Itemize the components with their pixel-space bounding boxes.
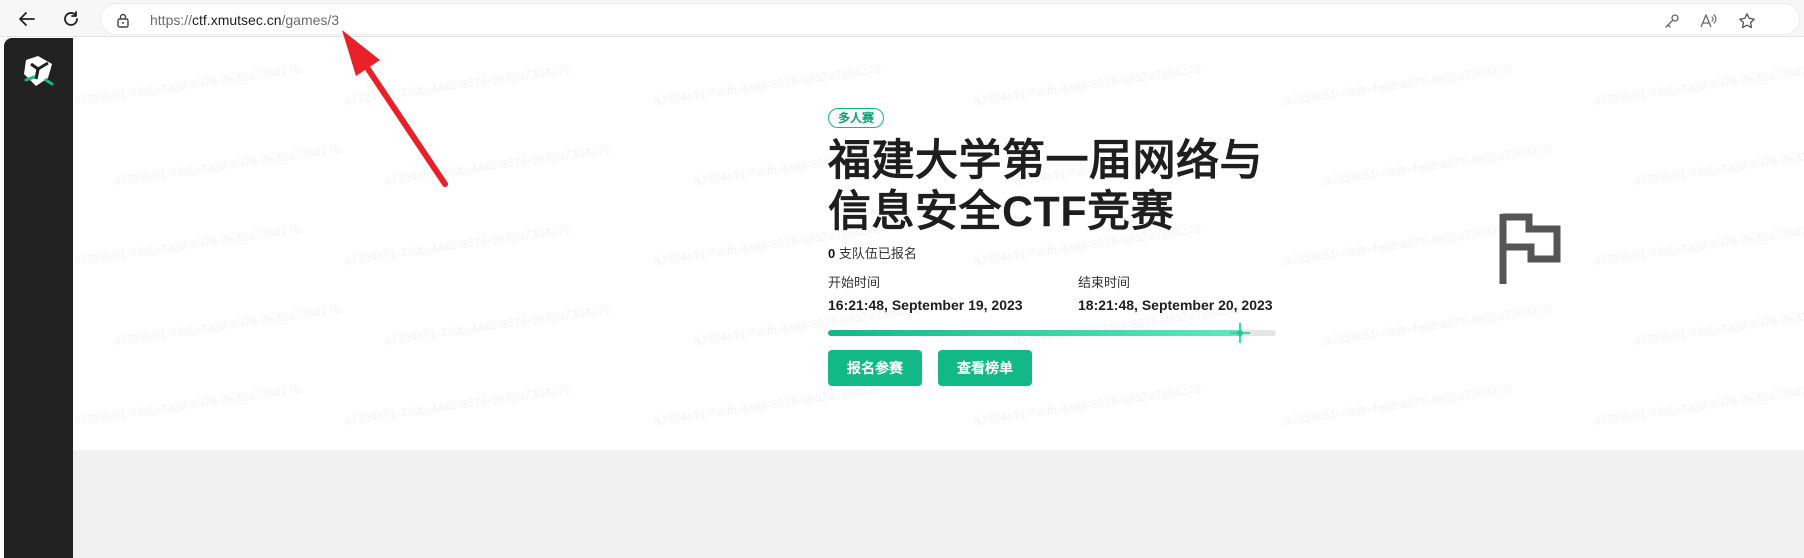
game-progress-bar [828,323,1276,343]
watermark-text: a7324c51-7ddb-4aa8-8576-0e32a7304276 [113,142,342,188]
lower-section [73,450,1804,558]
start-time-block: 开始时间 16:21:48, September 19, 2023 [828,272,1023,313]
url-text[interactable]: https://ctf.xmutsec.cn/games/3 [150,12,339,28]
key-icon[interactable] [1661,10,1683,32]
watermark-text: a7324c51-7ddb-4aa8-8576-0e32a7304276 [1323,142,1552,188]
app-window: a7324c51-7ddb-4aa8-8576-0e32a7304276 a732… [4,38,1804,558]
url-scheme: https:// [150,12,193,28]
read-aloud-icon[interactable] [1697,10,1719,32]
browser-toolbar: https://ctf.xmutsec.cn/games/3 [0,0,1804,37]
game-times: 开始时间 16:21:48, September 19, 2023 结束时间 1… [828,272,1288,316]
watermark-text: a7324c51-7ddb-4aa8-8576-0e32a7304276 [383,142,612,188]
game-type-badge: 多人赛 [828,108,885,128]
watermark-text: a7324c51-7ddb-4aa8-8576-0e32a7304276 [383,302,612,348]
address-bar[interactable]: https://ctf.xmutsec.cn/games/3 [100,3,1800,35]
teams-registered: 0 支队伍已报名 [828,243,1288,262]
favorite-star-icon[interactable] [1736,10,1758,32]
end-time-label: 结束时间 [1078,275,1131,290]
scoreboard-button[interactable]: 查看榜单 [938,350,1032,386]
progress-fill [828,330,1241,336]
back-button[interactable] [12,4,42,34]
url-path: /games/3 [281,12,340,28]
arrow-left-icon [19,12,35,26]
game-title: 福建大学第一届网络与信息安全CTF竞赛 [828,137,1263,236]
join-game-button[interactable]: 报名参赛 [828,350,922,386]
watermark-text: a7324c51-7ddb-4aa8-8576-0e32a7304276 [73,222,302,268]
watermark-text: a7324c51-7ddb-4aa8-8576-0e32a7304276 [343,222,572,268]
sidebar [4,38,73,558]
start-time-label: 开始时间 [828,275,881,290]
start-time-value: 16:21:48, September 19, 2023 [828,297,1023,313]
progress-indicator [1230,323,1251,343]
app-logo-icon[interactable] [22,54,56,88]
watermark-text: a7324c51-7ddb-4aa8-8576-0e32a7304276 [653,62,882,108]
watermark-text: a7324c51-7ddb-4aa8-8576-0e32a7304276 [1323,302,1552,348]
end-time-value: 18:21:48, September 20, 2023 [1078,297,1273,313]
flag-icon [1498,210,1566,284]
watermark-text: a7324c51-7ddb-4aa8-8576-0e32a7304276 [1283,222,1512,268]
watermark-text: a7324c51-7ddb-4aa8-8576-0e32a7304276 [73,62,302,108]
end-time-block: 结束时间 18:21:48, September 20, 2023 [1078,272,1273,313]
main-content: a7324c51-7ddb-4aa8-8576-0e32a7304276 a732… [73,38,1804,558]
watermark-text: a7324c51-7ddb-4aa8-8576-0e32a7304276 [1593,62,1804,108]
watermark-text: a7324c51-7ddb-4aa8-8576-0e32a7304276 [343,62,572,108]
watermark-text: a7324c51-7ddb-4aa8-8576-0e32a7304276 [973,62,1202,108]
watermark-text: a7324c51-7ddb-4aa8-8576-0e32a7304276 [1633,142,1804,188]
watermark-text: a7324c51-7ddb-4aa8-8576-0e32a7304276 [1593,382,1804,428]
watermark-text: a7324c51-7ddb-4aa8-8576-0e32a7304276 [113,302,342,348]
watermark-text: a7324c51-7ddb-4aa8-8576-0e32a7304276 [1593,222,1804,268]
watermark-text: a7324c51-7ddb-4aa8-8576-0e32a7304276 [973,382,1202,428]
watermark-text: a7324c51-7ddb-4aa8-8576-0e32a7304276 [653,382,882,428]
watermark-text: a7324c51-7ddb-4aa8-8576-0e32a7304276 [1283,62,1512,108]
watermark-text: a7324c51-7ddb-4aa8-8576-0e32a7304276 [1283,382,1512,428]
reload-button[interactable] [56,4,86,34]
url-host: ctf.xmutsec.cn [192,12,282,28]
reload-icon [64,11,78,26]
watermark-text: a7324c51-7ddb-4aa8-8576-0e32a7304276 [73,382,302,428]
watermark-text: a7324c51-7ddb-4aa8-8576-0e32a7304276 [343,382,572,428]
lock-icon[interactable] [115,12,131,28]
action-buttons: 报名参赛 查看榜单 [828,350,1288,386]
teams-suffix: 支队伍已报名 [835,246,917,261]
watermark-text: a7324c51-7ddb-4aa8-8576-0e32a7304276 [1633,302,1804,348]
game-card: 多人赛 福建大学第一届网络与信息安全CTF竞赛 0 支队伍已报名 开始时间 16… [828,108,1288,386]
